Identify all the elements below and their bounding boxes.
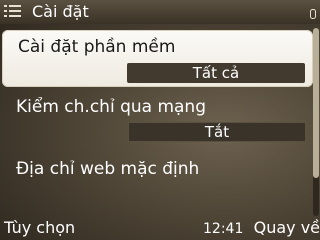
- page-title: Cài đặt: [32, 2, 89, 21]
- setting-value: Tắt: [128, 122, 306, 142]
- settings-list-icon: [3, 3, 23, 19]
- setting-item-software-settings[interactable]: Cài đặt phần mềm Tất cả: [2, 30, 313, 87]
- setting-value: Tất cả: [127, 63, 305, 83]
- setting-label: Địa chỉ web mặc định: [16, 159, 200, 179]
- setting-item-network-check[interactable]: Kiểm ch.chỉ qua mạng Tắt: [0, 92, 320, 154]
- back-softkey[interactable]: Quay về: [254, 218, 320, 238]
- scrollbar[interactable]: [313, 28, 319, 216]
- clock: 12:41: [203, 221, 244, 237]
- scrollbar-thumb[interactable]: [313, 28, 319, 178]
- setting-item-default-web-address[interactable]: Địa chỉ web mặc định: [0, 154, 320, 216]
- setting-label: Cài đặt phần mềm: [18, 37, 176, 57]
- softkey-bar: Tùy chọn 12:41 Quay về: [0, 216, 320, 240]
- title-bar: Cài đặt: [0, 0, 320, 24]
- options-softkey[interactable]: Tùy chọn: [4, 218, 75, 238]
- setting-label: Kiểm ch.chỉ qua mạng: [16, 97, 206, 117]
- signal-indicator-icon: [310, 4, 316, 19]
